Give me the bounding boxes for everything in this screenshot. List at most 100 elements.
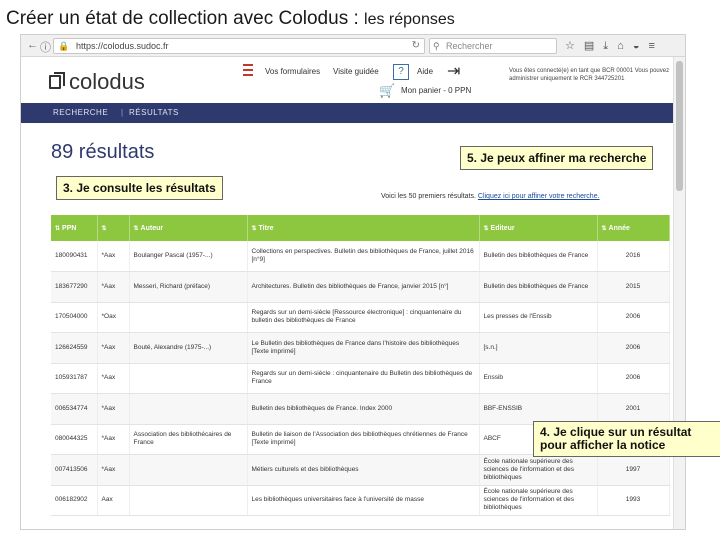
column-header[interactable]: ⇅ xyxy=(97,215,130,241)
column-header-label: PPN xyxy=(62,224,77,232)
column-header[interactable]: ⇅ PPN xyxy=(51,215,98,241)
table-row[interactable]: 105931787 *Aax Regards sur un demi-siècle … xyxy=(51,363,670,394)
link-formulaires[interactable]: Vos formulaires xyxy=(265,67,320,76)
table-row[interactable]: 126624559 *Aax Bouté, Alexandre (1975-...)… xyxy=(51,332,670,364)
type-cell: *Aax xyxy=(97,271,130,303)
refine-search-link[interactable]: Cliquez ici pour affiner votre recherche… xyxy=(478,193,600,200)
year-cell: 1993 xyxy=(597,485,670,516)
title-cell[interactable]: Regards sur un demi-siècle [Ressource él… xyxy=(247,302,480,333)
title-cell[interactable]: Regards sur un demi-siècle : cinquantena… xyxy=(247,363,480,394)
sort-icon[interactable]: ⇅ xyxy=(55,226,60,232)
year-cell: 1997 xyxy=(597,454,670,486)
table-row[interactable]: 183677290 *Aax Messeri, Richard (préface) A… xyxy=(51,271,670,303)
tab-resultats[interactable]: RÉSULTATS xyxy=(129,108,179,117)
type-cell: *Aax xyxy=(97,393,130,425)
title-cell[interactable]: Collections en perspectives. Bulletin de… xyxy=(247,241,480,272)
author-cell: Messeri, Richard (préface) xyxy=(129,271,248,303)
publisher-cell: Bulletin des bibliothèques de France xyxy=(479,241,598,272)
type-cell: *Aax xyxy=(97,363,130,394)
link-aide[interactable]: Aide xyxy=(417,67,433,76)
column-header-label: Titre xyxy=(258,224,274,232)
results-title: 89 résultats xyxy=(51,141,155,163)
publisher-cell: Bulletin des bibliothèques de France xyxy=(479,271,598,303)
browser-search-placeholder: Rechercher xyxy=(446,41,493,51)
slide-title-small: les réponses xyxy=(364,11,455,28)
panier-link[interactable]: Mon panier - 0 PPN xyxy=(401,86,471,95)
basket-icon[interactable]: 🛒 xyxy=(379,83,395,99)
browser-tool-icons: ☆▤⤓⌂◒≡ xyxy=(565,39,664,53)
publisher-cell: École nationale supérieure des sciences … xyxy=(479,454,598,486)
table-row[interactable]: 170504000 *Oax Regards sur un demi-siècle … xyxy=(51,302,670,333)
column-header[interactable]: ⇅ Année xyxy=(597,215,670,241)
ppn-cell: 007413506 xyxy=(51,454,98,486)
column-header-label: Auteur xyxy=(140,224,164,232)
type-cell: *Oax xyxy=(97,302,130,333)
sort-icon[interactable]: ⇅ xyxy=(252,226,257,232)
download-icon[interactable]: ⤓ xyxy=(603,40,617,52)
year-cell: 2006 xyxy=(597,363,670,394)
scrollbar-thumb[interactable] xyxy=(676,61,683,191)
help-icon[interactable]: ? xyxy=(393,64,409,80)
column-header-label: Editeur xyxy=(490,224,515,232)
site-header: colodus Vos formulaires Visite guidée ? … xyxy=(21,57,675,103)
table-row[interactable]: 006182902 Aax Les bibliothèques universita… xyxy=(51,485,670,516)
year-cell: 2006 xyxy=(597,302,670,333)
year-cell: 2001 xyxy=(597,393,670,425)
home-icon[interactable]: ⌂ xyxy=(617,40,633,52)
title-cell[interactable]: Bulletin des bibliothèques de France. In… xyxy=(247,393,480,425)
title-cell[interactable]: Architectures. Bulletin des bibliothèque… xyxy=(247,271,480,303)
publisher-cell: École nationale supérieure des sciences … xyxy=(479,485,598,516)
link-visite-guidee[interactable]: Visite guidée xyxy=(333,67,379,76)
column-header-label: Année xyxy=(608,224,630,232)
colodus-logo-icon xyxy=(49,72,65,89)
sort-icon[interactable]: ⇅ xyxy=(602,226,607,232)
tab-recherche[interactable]: RECHERCHE xyxy=(53,108,108,117)
connection-notice: Vous êtes connecté(e) en tant que BCR 00… xyxy=(509,68,670,82)
hamburger-icon[interactable]: ≡ xyxy=(648,40,663,52)
year-cell: 2016 xyxy=(597,241,670,272)
sort-icon[interactable]: ⇅ xyxy=(102,226,107,232)
ppn-cell: 105931787 xyxy=(51,363,98,394)
sort-icon[interactable]: ⇅ xyxy=(484,226,489,232)
title-cell[interactable]: Les bibliothèques universitaires face à … xyxy=(247,485,480,516)
author-cell xyxy=(129,363,248,394)
author-cell: Bouté, Alexandre (1975-...) xyxy=(129,332,248,364)
year-cell: 2006 xyxy=(597,332,670,364)
column-header[interactable]: ⇅ Auteur xyxy=(129,215,248,241)
slide-title-main: Créer un état de collection avec Colodus… xyxy=(6,8,365,29)
menu-icon[interactable] xyxy=(243,61,253,77)
publisher-cell: Les presses de l'Enssib xyxy=(479,302,598,333)
breadcrumb-bar: RECHERCHE | RÉSULTATS xyxy=(21,103,675,123)
logout-icon[interactable]: ⇥ xyxy=(447,61,460,81)
back-icon[interactable]: ← xyxy=(27,39,38,51)
title-cell[interactable]: Métiers culturels et des bibliothèques xyxy=(247,454,480,486)
bookmark-icon[interactable]: ▤ xyxy=(584,40,603,52)
title-cell[interactable]: Le Bulletin des bibliothèques de France … xyxy=(247,332,480,364)
type-cell: *Aax xyxy=(97,454,130,486)
browser-toolbar: ← ⓘ 🔒 https://colodus.sudoc.fr ↻ ⚲ Reche… xyxy=(21,35,685,57)
table-row[interactable]: 007413506 *Aax Métiers culturels et des bi… xyxy=(51,454,670,486)
table-row[interactable]: 006534774 *Aax Bulletin des bibliothèques … xyxy=(51,393,670,425)
page-scrollbar[interactable] xyxy=(673,57,685,529)
sort-icon[interactable]: ⇅ xyxy=(134,226,139,232)
title-cell[interactable]: Bulletin de liaison de l'Association des… xyxy=(247,424,480,455)
reload-icon[interactable]: ↻ xyxy=(412,39,420,53)
callout-refine: 5. Je peux affiner ma recherche xyxy=(460,146,654,170)
browser-search-input[interactable]: ⚲ Rechercher xyxy=(429,38,557,54)
callout-consult: 3. Je consulte les résultats xyxy=(56,176,223,200)
table-body: 180090431 *Aax Boulanger Pascal (1957-...)… xyxy=(51,241,670,516)
ppn-cell: 006182902 xyxy=(51,485,98,516)
url-bar[interactable]: 🔒 https://colodus.sudoc.fr ↻ xyxy=(53,38,425,54)
column-header[interactable]: ⇅ Editeur xyxy=(479,215,598,241)
publisher-cell: Enssib xyxy=(479,363,598,394)
table-row[interactable]: 180090431 *Aax Boulanger Pascal (1957-...)… xyxy=(51,241,670,272)
table-header-row: ⇅ PPN ⇅ ⇅ Auteur ⇅ Titre ⇅ Editeur ⇅ Année xyxy=(51,215,670,241)
star-icon[interactable]: ☆ xyxy=(565,40,584,52)
info-icon[interactable]: ⓘ xyxy=(40,39,51,55)
column-header[interactable]: ⇅ Titre xyxy=(247,215,480,241)
pocket-icon[interactable]: ◒ xyxy=(633,40,649,52)
year-cell: 2015 xyxy=(597,271,670,303)
callout-click-result: 4. Je clique sur un résultat pour affich… xyxy=(533,421,720,457)
ppn-cell: 080044325 xyxy=(51,424,98,455)
site-logo[interactable]: colodus xyxy=(69,69,145,95)
